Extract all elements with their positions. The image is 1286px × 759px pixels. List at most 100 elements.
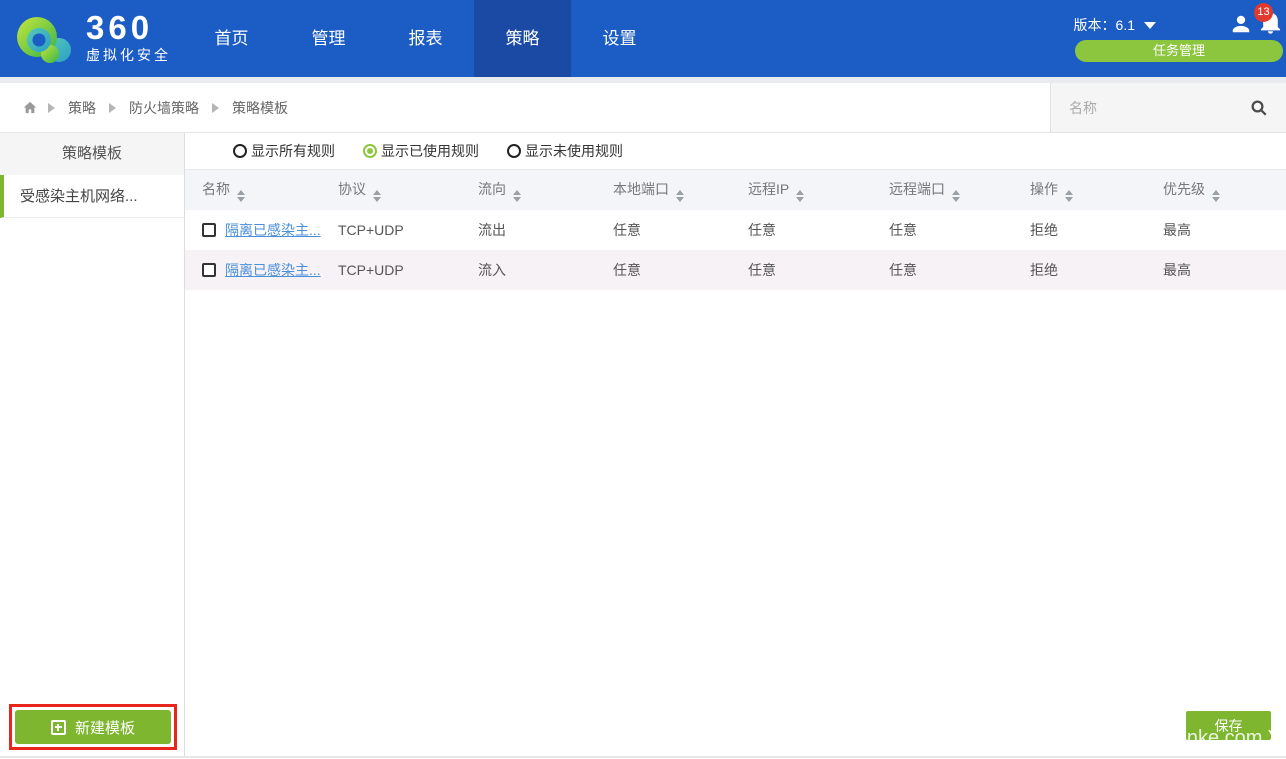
- sort-down-arrow: [952, 196, 960, 202]
- cell-action: 拒绝: [1030, 222, 1058, 238]
- new-template-button[interactable]: 新建模板: [15, 710, 171, 744]
- home-icon[interactable]: [22, 100, 38, 115]
- nav-item-0[interactable]: 首页: [183, 0, 280, 77]
- logo-cloud-icon: [17, 16, 71, 63]
- sort-down-arrow: [1212, 196, 1220, 202]
- search-box: [1050, 83, 1286, 132]
- sort-up-arrow: [1212, 189, 1220, 195]
- cell-remote_ip: 任意: [748, 222, 776, 238]
- sort-up-arrow: [952, 189, 960, 195]
- logo-text: 360 虚拟化安全: [86, 9, 171, 65]
- column-label: 流向: [478, 180, 506, 197]
- breadcrumb-bar: 策略 防火墙策略 策略模板: [0, 83, 1286, 133]
- rules-table: 名称 协议 流向 本地端口 远程IP 远程端口 操作 优先级 隔离已感染主... TCP+UDP…: [185, 170, 1286, 290]
- brand-subtitle: 虚拟化安全: [86, 47, 171, 63]
- rule-name-link[interactable]: 隔离已感染主...: [225, 262, 321, 278]
- main-panel: 显示所有规则 显示已使用规则 显示未使用规则 名称 协议 流向 本地端口 远程IP 远程端口 操…: [185, 133, 1286, 756]
- sidebar: 策略模板 受感染主机网络... 新建模板: [0, 133, 185, 756]
- annotation-highlight: 新建模板: [9, 704, 177, 750]
- cell-local_port: 任意: [613, 222, 641, 238]
- column-header-7[interactable]: 优先级: [1146, 170, 1286, 210]
- sort-up-arrow: [237, 189, 245, 195]
- cell-remote_port: 任意: [872, 250, 1013, 290]
- sort-up-arrow: [796, 189, 805, 195]
- cell-local_port: 任意: [596, 250, 731, 290]
- save-button[interactable]: 保存: [1186, 711, 1271, 740]
- sort-icon[interactable]: [513, 189, 521, 202]
- filter-radio-label: 显示所有规则: [251, 143, 335, 159]
- column-label: 优先级: [1163, 180, 1205, 197]
- column-header-2[interactable]: 流向: [461, 170, 596, 210]
- sort-up-arrow: [676, 189, 684, 195]
- cell-direction: 流出: [478, 222, 506, 238]
- sort-icon[interactable]: [237, 189, 245, 202]
- sort-down-arrow: [513, 196, 521, 202]
- radio-icon: [233, 144, 247, 158]
- rule-name-link[interactable]: 隔离已感染主...: [225, 222, 321, 238]
- search-icon[interactable]: [1250, 98, 1268, 118]
- nav-item-1[interactable]: 管理: [280, 0, 377, 77]
- table-header-row: 名称 协议 流向 本地端口 远程IP 远程端口 操作 优先级: [185, 170, 1286, 210]
- table-row-1: 隔离已感染主... TCP+UDP 流入 任意 任意 任意 拒绝 最高: [185, 250, 1286, 290]
- breadcrumb-separator: [109, 102, 116, 113]
- cell-action: 拒绝: [1013, 250, 1146, 290]
- breadcrumb-item-2[interactable]: 策略模板: [232, 98, 288, 118]
- version-label: 版本：6.1: [1073, 17, 1135, 33]
- sort-icon[interactable]: [676, 189, 684, 202]
- filter-radio-0[interactable]: 显示所有规则: [233, 141, 335, 161]
- main-nav: 首页 管理 报表 策略 设置: [183, 0, 668, 77]
- nav-item-2[interactable]: 报表: [377, 0, 474, 77]
- breadcrumb-item-1[interactable]: 防火墙策略: [129, 98, 199, 118]
- sort-down-arrow: [373, 196, 381, 202]
- filter-radio-1[interactable]: 显示已使用规则: [363, 141, 479, 161]
- logo: 360 虚拟化安全: [0, 0, 171, 77]
- sort-up-arrow: [373, 189, 381, 195]
- column-label: 操作: [1030, 180, 1058, 197]
- column-label: 本地端口: [613, 180, 669, 197]
- column-header-1[interactable]: 协议: [321, 170, 461, 210]
- sidebar-item-0[interactable]: 受感染主机网络...: [0, 175, 184, 218]
- top-header: 360 虚拟化安全 首页 管理 报表 策略 设置 版本：6.1 13 任务管理: [0, 0, 1286, 77]
- column-label: 名称: [202, 180, 230, 197]
- row-checkbox[interactable]: [202, 263, 216, 277]
- column-header-6[interactable]: 操作: [1013, 170, 1146, 210]
- radio-icon: [507, 144, 521, 158]
- nav-item-4[interactable]: 设置: [571, 0, 668, 77]
- column-header-0[interactable]: 名称: [185, 170, 321, 210]
- sort-down-arrow: [676, 196, 684, 202]
- filter-row: 显示所有规则 显示已使用规则 显示未使用规则: [185, 133, 1286, 170]
- row-checkbox[interactable]: [202, 223, 216, 237]
- sort-up-arrow: [513, 189, 521, 195]
- filter-radio-2[interactable]: 显示未使用规则: [507, 141, 623, 161]
- sort-down-arrow: [796, 196, 805, 202]
- column-label: 协议: [338, 180, 366, 197]
- radio-icon: [363, 144, 377, 158]
- table-body: 隔离已感染主... TCP+UDP 流出 任意 任意 任意 拒绝 最高 隔离已感染主... TCP…: [185, 210, 1286, 290]
- breadcrumb-item-0[interactable]: 策略: [68, 98, 96, 118]
- sort-icon[interactable]: [952, 189, 960, 202]
- column-header-4[interactable]: 远程IP: [731, 170, 872, 210]
- sort-down-arrow: [237, 196, 245, 202]
- search-input[interactable]: [1051, 99, 1250, 116]
- task-manager-button[interactable]: 任务管理: [1075, 40, 1283, 62]
- cell-priority: 最高: [1163, 222, 1191, 238]
- cell-remote_port: 任意: [889, 222, 917, 238]
- column-label: 远程IP: [748, 180, 790, 197]
- sort-icon[interactable]: [373, 189, 381, 202]
- header-right: 版本：6.1 13 任务管理: [986, 0, 1286, 77]
- sort-icon[interactable]: [1212, 189, 1220, 202]
- sort-icon[interactable]: [1065, 189, 1073, 202]
- notification-badge: 13: [1254, 3, 1273, 22]
- sort-down-arrow: [1065, 196, 1073, 202]
- sidebar-list: 受感染主机网络...: [0, 175, 184, 218]
- cell-name: 隔离已感染主...: [185, 210, 321, 250]
- chevron-down-icon: [1144, 21, 1156, 29]
- sort-icon[interactable]: [796, 189, 805, 202]
- cell-remote_ip: 任意: [731, 250, 872, 290]
- nav-item-3[interactable]: 策略: [474, 0, 571, 77]
- version-dropdown[interactable]: 版本：6.1: [1074, 15, 1156, 35]
- column-header-5[interactable]: 远程端口: [872, 170, 1013, 210]
- brand-text: 360: [86, 9, 154, 46]
- column-header-3[interactable]: 本地端口: [596, 170, 731, 210]
- user-icon[interactable]: [1230, 12, 1252, 36]
